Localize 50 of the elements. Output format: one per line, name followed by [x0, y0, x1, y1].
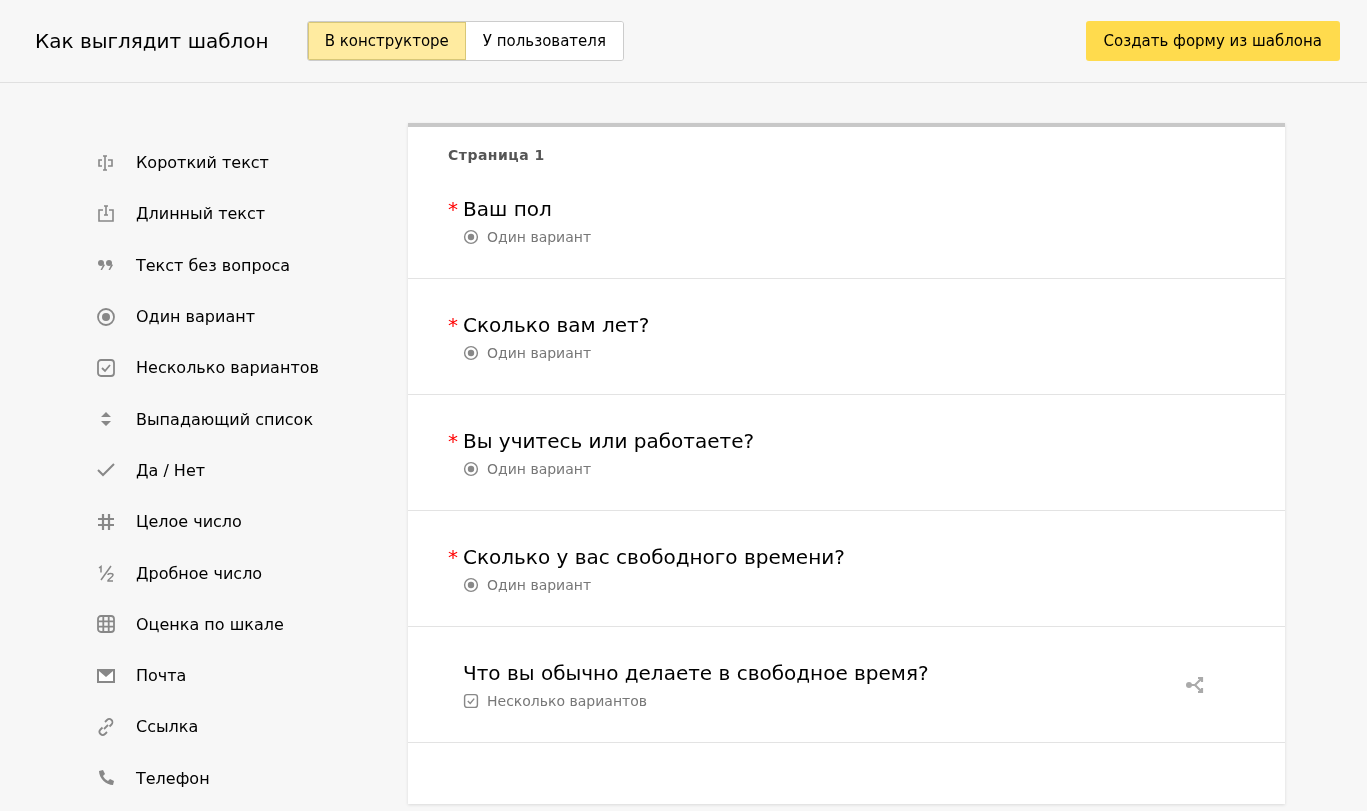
create-form-button[interactable]: Создать форму из шаблона	[1085, 21, 1340, 61]
required-asterisk: *	[448, 196, 458, 221]
field-type-item[interactable]: Текст без вопроса	[136, 255, 290, 275]
question-type-label: Несколько вариантов	[487, 692, 648, 709]
field-type-item[interactable]: Несколько вариантов	[136, 358, 319, 378]
field-type-item[interactable]: Телефон	[136, 768, 210, 788]
field-type-item[interactable]: Выпадающий список	[136, 409, 314, 429]
question-title: Что вы обычно делаете в свободное время?	[463, 660, 929, 685]
checkbox-icon	[96, 357, 116, 378]
question-row[interactable]: Что вы обычно делаете в свободное время? Несколько вариантов	[408, 627, 1285, 743]
field-type-item[interactable]: Почта	[136, 666, 187, 686]
fraction-icon	[96, 563, 116, 583]
page-label: Страница 1	[447, 146, 546, 163]
question-row[interactable]: * Вы учитесь или работаете? Один вариант	[408, 395, 1285, 511]
required-asterisk: *	[448, 544, 458, 569]
question-row[interactable]: * Сколько вам лет? Один вариант	[408, 279, 1285, 395]
radio-icon	[96, 306, 116, 327]
required-asterisk: *	[448, 428, 458, 453]
question-title: Сколько у вас свободного времени?	[463, 544, 845, 569]
grid-icon	[96, 614, 116, 635]
view-tab[interactable]: В конструкторе	[307, 22, 466, 60]
view-tab[interactable]: У пользователя	[465, 22, 623, 60]
question-type-label: Один вариант	[487, 344, 592, 361]
question-row[interactable]: * Сколько у вас свободного времени? Один вариант	[408, 511, 1285, 627]
question-type-label: Один вариант	[487, 576, 592, 593]
field-type-item[interactable]: Длинный текст	[136, 204, 266, 224]
question-row[interactable]: * Ваш пол Один вариант	[408, 163, 1285, 279]
question-title: Вы учитесь или работаете?	[463, 428, 755, 453]
link-icon	[96, 716, 116, 737]
text-box-icon	[96, 203, 116, 224]
field-type-item[interactable]: Целое число	[136, 512, 242, 532]
field-type-item[interactable]: Один вариант	[136, 307, 255, 327]
checkbox-icon	[463, 692, 479, 709]
required-asterisk: *	[448, 312, 458, 337]
text-cursor-icon	[96, 152, 116, 173]
field-type-item[interactable]: Ссылка	[136, 717, 199, 737]
page-title: Как выглядит шаблон	[35, 29, 269, 53]
field-type-item[interactable]: Дробное число	[136, 563, 263, 583]
field-type-item[interactable]: Да / Нет	[136, 460, 206, 480]
question-type-label: Один вариант	[487, 228, 592, 245]
radio-icon	[463, 344, 479, 361]
radio-icon	[463, 460, 479, 477]
question-title: Сколько вам лет?	[463, 312, 650, 337]
radio-icon	[463, 228, 479, 245]
field-type-item[interactable]: Короткий текст	[136, 153, 269, 173]
question-title: Ваш пол	[463, 196, 552, 221]
hash-icon	[96, 511, 116, 532]
question-type-label: Один вариант	[487, 460, 592, 477]
field-type-item[interactable]: Оценка по шкале	[136, 614, 284, 634]
radio-icon	[463, 576, 479, 593]
